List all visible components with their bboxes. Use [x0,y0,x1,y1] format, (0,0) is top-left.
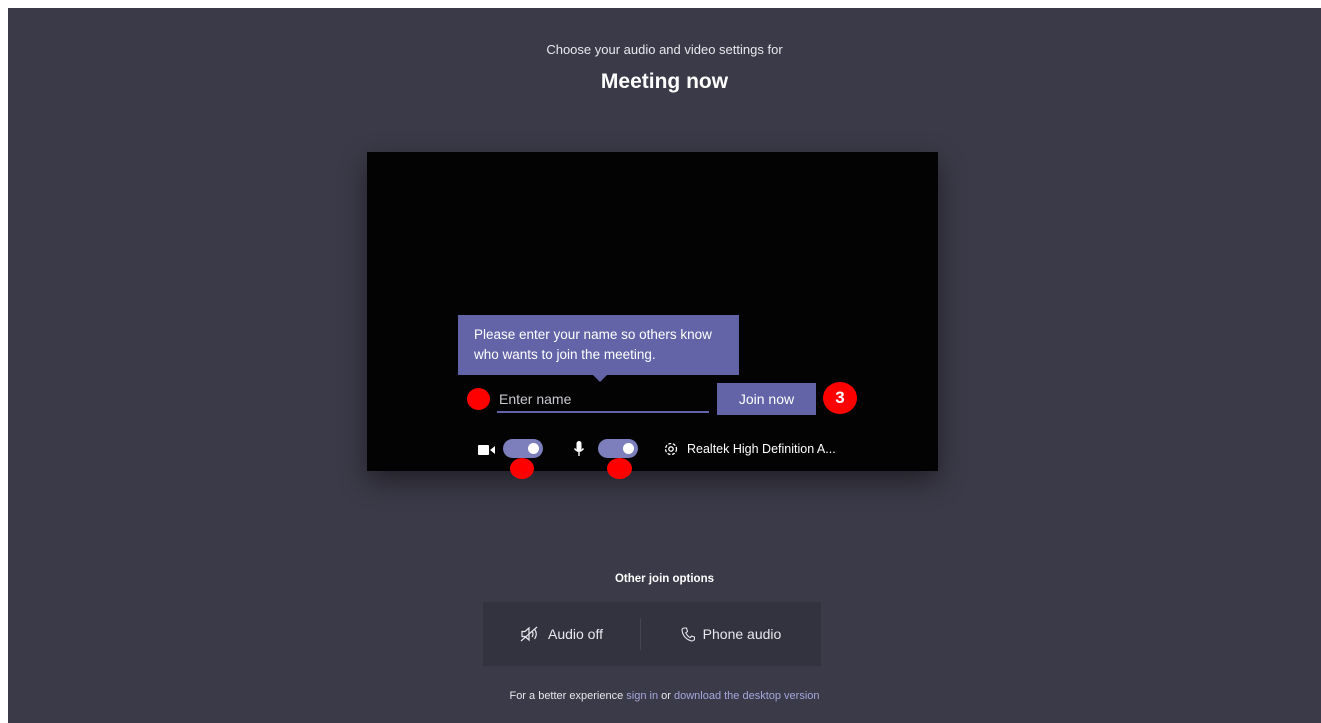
video-preview: Please enter your name so others know wh… [367,152,938,479]
phone-audio-option[interactable]: Phone audio [641,602,821,666]
download-desktop-link[interactable]: download the desktop version [674,690,820,702]
footer-prefix: For a better experience [509,690,624,702]
audio-device-label[interactable]: Realtek High Definition A... [687,442,836,456]
name-tooltip: Please enter your name so others know wh… [458,315,739,375]
annotation-marker [607,458,632,479]
other-join-options-panel: Audio off Phone audio [483,602,821,666]
microphone-icon [573,441,585,456]
other-join-options-title: Other join options [614,573,715,585]
annotation-marker [510,458,534,479]
settings-icon[interactable] [663,441,679,457]
microphone-toggle[interactable] [598,439,638,458]
meeting-title: Meeting now [600,70,729,93]
annotation-marker [467,388,490,410]
step-number-marker: 3 [823,382,857,414]
name-input[interactable] [497,387,709,413]
camera-toggle-knob [528,443,539,454]
page-subtitle: Choose your audio and video settings for [546,42,783,57]
sign-in-link[interactable]: sign in [626,690,658,702]
speaker-off-icon [520,626,538,642]
join-now-button[interactable]: Join now [717,383,816,415]
footer-or: or [661,690,671,702]
camera-icon [478,445,495,455]
microphone-toggle-knob [623,443,634,454]
audio-off-option[interactable]: Audio off [483,602,640,666]
app-background: Choose your audio and video settings for… [8,8,1321,723]
footer-text: For a better experience sign in or downl… [8,690,1321,702]
audio-off-label: Audio off [547,626,603,642]
camera-toggle[interactable] [503,439,543,458]
phone-audio-label: Phone audio [702,626,782,642]
tooltip-arrow [592,374,608,382]
phone-icon [681,626,695,642]
